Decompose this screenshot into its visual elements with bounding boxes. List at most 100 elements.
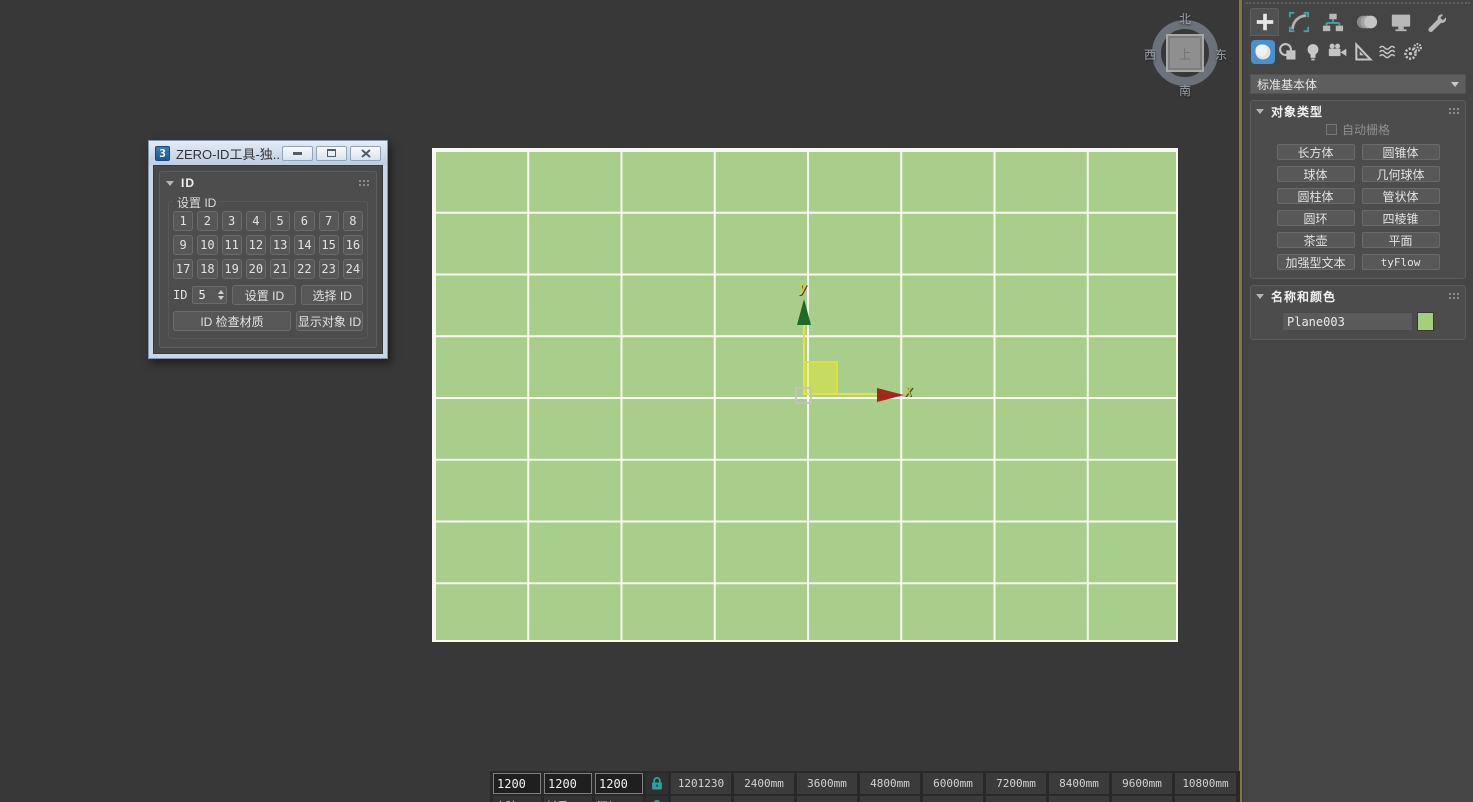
compass-east-label[interactable]: 东 [1215,46,1227,63]
id-button-7[interactable]: 7 [318,211,339,231]
partial-value[interactable]: 1800 [734,796,794,802]
torus-button[interactable]: 圆环 [1276,210,1355,226]
category-lights[interactable] [1301,40,1325,64]
partial-value[interactable]: 2400 [797,796,857,802]
compass-north-label[interactable]: 北 [1179,10,1191,27]
tab-modify[interactable] [1284,8,1313,36]
gizmo-y-arrowhead[interactable] [797,299,811,325]
preset-button-1201230[interactable]: 1201230 [671,773,731,794]
preset-button-9600mm[interactable]: 9600mm [1112,773,1172,794]
height-field[interactable] [595,773,643,794]
id-rollout-header[interactable]: ID [166,175,370,191]
id-button-8[interactable]: 8 [342,211,363,231]
spinner-down-icon[interactable] [218,296,225,300]
id-button-16[interactable]: 16 [342,235,363,255]
partial-value[interactable]: 6000 [986,796,1046,802]
object-color-swatch[interactable] [1417,312,1434,331]
minimize-button[interactable] [282,145,313,161]
id-button-18[interactable]: 18 [197,259,218,279]
partial-value[interactable]: 4800 [923,796,983,802]
id-button-22[interactable]: 22 [294,259,315,279]
id-button-23[interactable]: 23 [318,259,339,279]
gizmo-x-arrowhead[interactable] [877,388,904,402]
preset-button-10800mm[interactable]: 10800mm [1175,773,1236,794]
tab-create[interactable] [1250,8,1279,36]
show-object-id-button[interactable]: 显示对象 ID [296,311,363,331]
preset-button-2400mm[interactable]: 2400mm [734,773,794,794]
check-material-button[interactable]: ID 检查材质 [173,311,291,331]
partial-value[interactable]: 8400 [1112,796,1172,802]
compass-west-label[interactable]: 西 [1144,46,1156,63]
teapot-button[interactable]: 茶壶 [1276,232,1355,248]
tyflow-button[interactable]: tyFlow [1361,254,1440,270]
autogrid-checkbox[interactable] [1325,123,1337,135]
id-button-1[interactable]: 1 [173,211,194,231]
partial-value[interactable]: 12000 [671,796,731,802]
id-button-24[interactable]: 24 [342,259,363,279]
gizmo-y-axis[interactable] [803,323,805,395]
tab-display[interactable] [1386,8,1415,36]
gizmo-x-axis[interactable] [804,393,879,395]
partial-value[interactable]: 7200 [1049,796,1109,802]
id-button-21[interactable]: 21 [270,259,291,279]
id-spinner-input[interactable] [198,288,217,302]
id-button-13[interactable]: 13 [270,235,291,255]
spinner-up-icon[interactable] [218,290,225,294]
text-plus-button[interactable]: 加强型文本 [1276,254,1355,270]
category-systems[interactable] [1401,40,1425,64]
id-button-10[interactable]: 10 [197,235,218,255]
category-helpers[interactable] [1351,40,1375,64]
category-space-warps[interactable] [1376,40,1400,64]
cone-button[interactable]: 圆锥体 [1361,144,1440,160]
id-button-3[interactable]: 3 [221,211,242,231]
id-button-20[interactable]: 20 [245,259,266,279]
viewcube-top-face[interactable]: 上 [1166,34,1204,72]
id-button-6[interactable]: 6 [294,211,315,231]
lock-toggle[interactable] [646,773,668,794]
partial-cell-add[interactable]: 添加 [595,796,643,802]
id-button-17[interactable]: 17 [173,259,194,279]
viewport-canvas[interactable]: y X 上 北 南 东 西 [0,0,1239,802]
preset-button-3600mm[interactable]: 3600mm [797,773,857,794]
set-id-button[interactable]: 设置 ID [232,285,297,305]
select-id-button[interactable]: 选择 ID [301,285,363,305]
partial-value[interactable]: 9600 [1175,796,1236,802]
tab-hierarchy[interactable] [1318,8,1347,36]
width-field[interactable] [544,773,592,794]
cylinder-button[interactable]: 圆柱体 [1276,188,1355,204]
tab-motion[interactable] [1352,8,1381,36]
tab-utilities[interactable] [1420,8,1449,36]
lock-toggle-2[interactable] [646,796,668,802]
category-cameras[interactable] [1326,40,1350,64]
tube-button[interactable]: 管状体 [1361,188,1440,204]
preset-button-4800mm[interactable]: 4800mm [860,773,920,794]
viewcube-compass[interactable]: 上 北 南 东 西 [1144,10,1227,99]
id-button-4[interactable]: 4 [245,211,266,231]
category-geometry[interactable] [1251,40,1275,64]
plane-button[interactable]: 平面 [1361,232,1440,248]
id-button-14[interactable]: 14 [294,235,315,255]
name-color-header[interactable]: 名称和颜色 [1256,288,1460,304]
compass-south-label[interactable]: 南 [1179,82,1191,99]
pyramid-button[interactable]: 四棱锥 [1361,210,1440,226]
preset-button-7200mm[interactable]: 7200mm [986,773,1046,794]
geosphere-button[interactable]: 几何球体 [1361,166,1440,182]
id-button-9[interactable]: 9 [173,235,194,255]
partial-value[interactable]: 3600 [860,796,920,802]
sphere-button[interactable]: 球体 [1276,166,1355,182]
id-button-11[interactable]: 11 [221,235,242,255]
id-button-2[interactable]: 2 [197,211,218,231]
dialog-titlebar[interactable]: 3 ZERO-ID工具-独... [149,141,387,165]
close-button[interactable] [350,145,381,161]
object-type-header[interactable]: 对象类型 [1256,103,1460,119]
maximize-button[interactable] [316,145,347,161]
id-button-12[interactable]: 12 [245,235,266,255]
partial-cell-label[interactable]: 实验: [493,796,541,802]
id-button-15[interactable]: 15 [318,235,339,255]
id-button-19[interactable]: 19 [221,259,242,279]
object-name-input[interactable] [1282,312,1413,331]
preset-button-8400mm[interactable]: 8400mm [1049,773,1109,794]
id-button-5[interactable]: 5 [270,211,291,231]
length-field[interactable] [493,773,541,794]
box-button[interactable]: 长方体 [1276,144,1355,160]
